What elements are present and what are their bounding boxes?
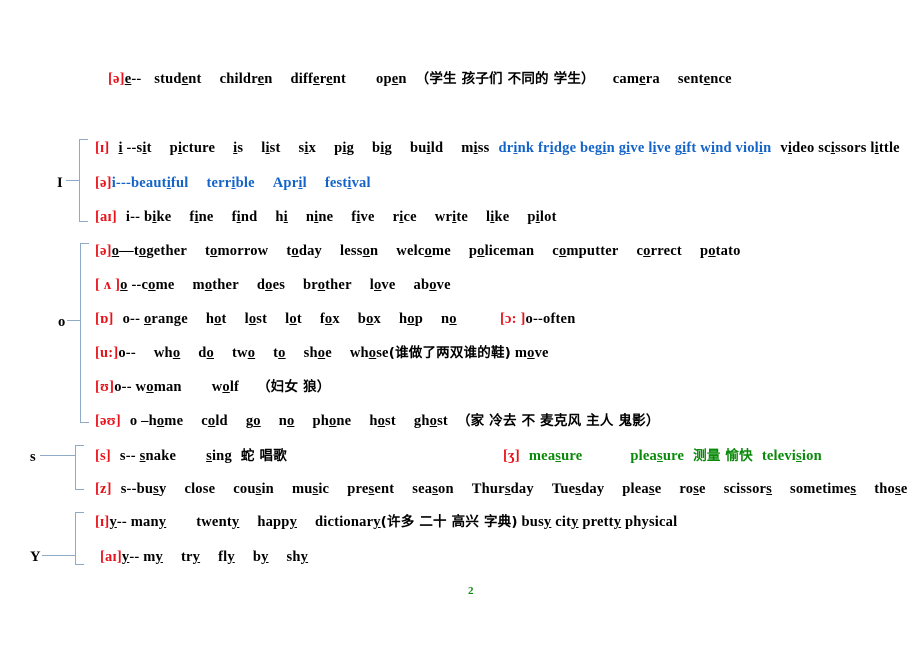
group-i-bracket bbox=[79, 139, 88, 222]
rule-label: y-- my bbox=[121, 549, 163, 565]
row-i-diphthong: [aɪ] i-- bike fine find hi nine five rice write l… bbox=[95, 210, 557, 225]
row-s-zh: [ʒ] measure pleasure 测量 愉快 television bbox=[503, 449, 822, 464]
ipa-symbol: [ ʌ ] bbox=[95, 277, 121, 293]
word-green-measure: measure bbox=[528, 448, 583, 464]
word-list-black: cold go no phone host ghost bbox=[201, 413, 448, 429]
ipa-symbol: [u:] bbox=[95, 345, 119, 361]
ipa-symbol: [s] bbox=[95, 448, 111, 464]
word-list-black: twenty happy dictionary bbox=[196, 514, 381, 530]
rule-label: e-- bbox=[124, 71, 146, 87]
word-list-tail: camera sentence bbox=[612, 71, 732, 87]
gloss-chinese: 蛇 唱歌 bbox=[240, 448, 287, 464]
row-i-schwa: [ə]i---beautiful terrible April festival bbox=[95, 176, 371, 191]
row-o-open-o: [ɒ] o-- orange hot lost lot fox box hop no bbox=[95, 312, 457, 327]
word-list-black: who do two to shoe whose bbox=[153, 345, 389, 361]
gloss-chinese: （学生 孩子们 不同的 学生） bbox=[415, 71, 595, 87]
word-list-tail: video scissors little bbox=[780, 140, 900, 156]
group-s-bracket bbox=[75, 445, 84, 490]
rule-label: s--busy bbox=[120, 481, 167, 497]
group-letter-o: o bbox=[58, 314, 66, 330]
ipa-symbol: [ɪ] bbox=[95, 514, 110, 530]
group-y-bracket bbox=[75, 512, 84, 565]
word-list-black: try fly by shy bbox=[180, 549, 309, 565]
gloss-chinese: （妇女 狼） bbox=[257, 379, 331, 395]
rule-label: o-- orange bbox=[122, 311, 188, 327]
rule-label: o –home bbox=[129, 413, 184, 429]
word-list-black: wolf bbox=[211, 379, 240, 395]
word-green-pleasure: pleasure bbox=[630, 448, 685, 464]
row-o-long-u: [u:]o-- who do two to shoe whose(谁做了两双谁的鞋) mov… bbox=[95, 346, 549, 361]
rule-label: i --sit bbox=[118, 140, 152, 156]
word-list-black: tomorrow today lesson welcome policeman compu… bbox=[205, 243, 741, 259]
rule-label: o --come bbox=[120, 277, 175, 293]
word-list-tail: busy city pretty physical bbox=[517, 514, 678, 530]
group-letter-y: Y bbox=[30, 549, 41, 565]
page-number: 2 bbox=[468, 585, 474, 597]
rule-label: o-- woman bbox=[114, 379, 182, 395]
ipa-symbol: [ɪ] bbox=[95, 140, 110, 156]
worksheet-page: [ə]e-- student children different open （学生 孩… bbox=[0, 0, 920, 651]
ipa-symbol-extra: [ɔ: ] bbox=[500, 311, 526, 327]
row-o-schwa: [ə]o—together tomorrow today lesson welcome p… bbox=[95, 244, 741, 259]
ipa-symbol: [ə] bbox=[95, 175, 112, 191]
word-list-tail: move bbox=[511, 345, 549, 361]
ipa-symbol: [aɪ] bbox=[100, 549, 122, 565]
row-e-schwa: [ə]e-- student children different open （学生 孩… bbox=[108, 72, 732, 87]
group-o-bracket bbox=[80, 243, 89, 423]
rule-label: i--- bbox=[111, 175, 132, 191]
word-list-black: close cousin music present season Thursday Tue… bbox=[184, 481, 908, 497]
ipa-symbol: [ə] bbox=[108, 71, 125, 87]
row-o-short-u: [ʊ]o-- woman wolf （妇女 狼） bbox=[95, 380, 330, 395]
rule-label: s-- snake bbox=[119, 448, 177, 464]
row-y-short-i: [ɪ]y-- many twenty happy dictionary(许多 二十 高… bbox=[95, 515, 677, 530]
word-list-black: mother does brother love above bbox=[192, 277, 451, 293]
rule-label: o—together bbox=[111, 243, 187, 259]
ipa-symbol: [ə] bbox=[95, 243, 112, 259]
group-letter-i: I bbox=[57, 175, 63, 191]
row-o-long-open-o: [ɔ: ]o--often bbox=[500, 312, 575, 327]
rule-label: i-- bike bbox=[125, 209, 172, 225]
group-o-arm bbox=[67, 320, 80, 321]
rule-label-extra: o--often bbox=[525, 311, 576, 327]
ipa-symbol-extra: [ʒ] bbox=[503, 448, 520, 464]
word-list-black: hot lost lot fox box hop no bbox=[205, 311, 457, 327]
rule-label: y-- many bbox=[109, 514, 167, 530]
word-list-black: student children different open bbox=[154, 71, 407, 87]
word-list-blue: drink fridge begin give live gift wind v… bbox=[498, 140, 772, 156]
row-i-short-i: [ɪ] i --sit picture is list six pig big build mis… bbox=[95, 141, 900, 156]
gloss-chinese: (谁做了两双谁的鞋) bbox=[388, 345, 512, 361]
word-list-blue: beautiful terrible April festival bbox=[131, 175, 371, 191]
group-y-arm bbox=[42, 555, 75, 556]
gloss-chinese: (许多 二十 高兴 字典) bbox=[380, 514, 518, 530]
row-o-ou: [əʊ] o –home cold go no phone host ghost （家 冷去 不… bbox=[95, 414, 660, 429]
word-green-television: television bbox=[761, 448, 822, 464]
row-o-wedge: [ ʌ ]o --come mother does brother love above bbox=[95, 278, 451, 293]
ipa-symbol: [ɒ] bbox=[95, 311, 114, 327]
word-list-black: picture is list six pig big build miss bbox=[169, 140, 490, 156]
ipa-symbol: [əʊ] bbox=[95, 413, 121, 429]
group-s-arm bbox=[40, 455, 75, 456]
word-list-black: sing bbox=[206, 448, 232, 464]
ipa-symbol: [aɪ] bbox=[95, 209, 117, 225]
row-y-diphthong: [aɪ]y-- my try fly by shy bbox=[100, 550, 308, 565]
rule-label: o-- bbox=[118, 345, 136, 361]
row-s-voiceless: [s] s-- snake sing 蛇 唱歌 bbox=[95, 449, 287, 464]
group-letter-s: s bbox=[30, 449, 36, 465]
ipa-symbol: [z] bbox=[95, 481, 112, 497]
gloss-chinese: （家 冷去 不 麦克风 主人 鬼影） bbox=[456, 413, 660, 429]
group-i-arm bbox=[66, 180, 79, 181]
gloss-chinese: 测量 愉快 bbox=[693, 448, 753, 464]
row-s-voiced: [z] s--busy close cousin music present season T… bbox=[95, 482, 907, 497]
word-list-black: fine find hi nine five rice write like pilot bbox=[189, 209, 557, 225]
ipa-symbol: [ʊ] bbox=[95, 379, 115, 395]
